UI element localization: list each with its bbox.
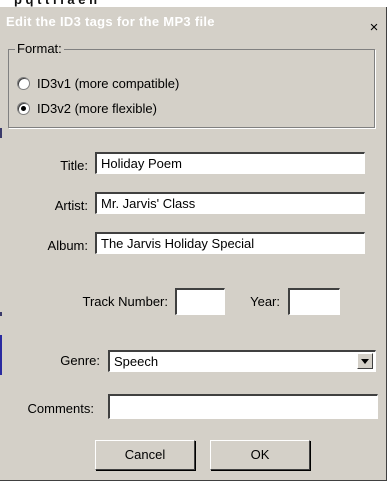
radio-button-id3v2[interactable] [17, 101, 30, 115]
year-field[interactable] [288, 288, 340, 315]
genre-label: Genre: [60, 353, 100, 368]
album-field[interactable]: The Jarvis Holiday Special [95, 232, 365, 254]
radio-label-id3v1: ID3v1 (more compatible) [37, 75, 180, 91]
background-edge-mark [0, 335, 2, 375]
format-group: Format: ID3v1 (more compatible) ID3v2 (m… [8, 41, 375, 128]
chevron-down-icon[interactable] [357, 353, 373, 369]
comments-label: Comments: [27, 401, 94, 416]
artist-label: Artist: [54, 198, 88, 213]
title-bar[interactable]: Edit the ID3 tags for the MP3 file × [0, 7, 386, 37]
id3-dialog: Edit the ID3 tags for the MP3 file × For… [0, 7, 387, 481]
background-edge-mark [0, 312, 2, 316]
track-number-field[interactable] [175, 288, 225, 315]
title-field[interactable]: Holiday Poem [95, 152, 365, 174]
artist-field[interactable]: Mr. Jarvis' Class [95, 192, 365, 214]
track-number-label: Track Number: [82, 294, 168, 309]
format-legend: Format: [15, 41, 64, 56]
year-label: Year: [250, 294, 280, 309]
title-label: Title: [60, 158, 88, 173]
radio-id3v1[interactable]: ID3v1 (more compatible) [17, 74, 179, 92]
cancel-button[interactable]: Cancel [95, 440, 195, 470]
radio-button-id3v1[interactable] [17, 76, 30, 90]
album-label: Album: [47, 238, 88, 253]
background-edge-mark [0, 128, 2, 138]
radio-id3v2[interactable]: ID3v2 (more flexible) [17, 99, 157, 117]
genre-select[interactable]: Speech [108, 350, 376, 372]
close-icon[interactable]: × [365, 19, 383, 37]
cropped-text-fragment: p q t t l i a e n [14, 0, 97, 7]
top-strip: p q t t l i a e n [0, 0, 387, 7]
comments-field[interactable] [108, 394, 378, 419]
radio-label-id3v2: ID3v2 (more flexible) [37, 100, 157, 116]
window-title: Edit the ID3 tags for the MP3 file [6, 14, 215, 29]
ok-button[interactable]: OK [210, 440, 310, 470]
